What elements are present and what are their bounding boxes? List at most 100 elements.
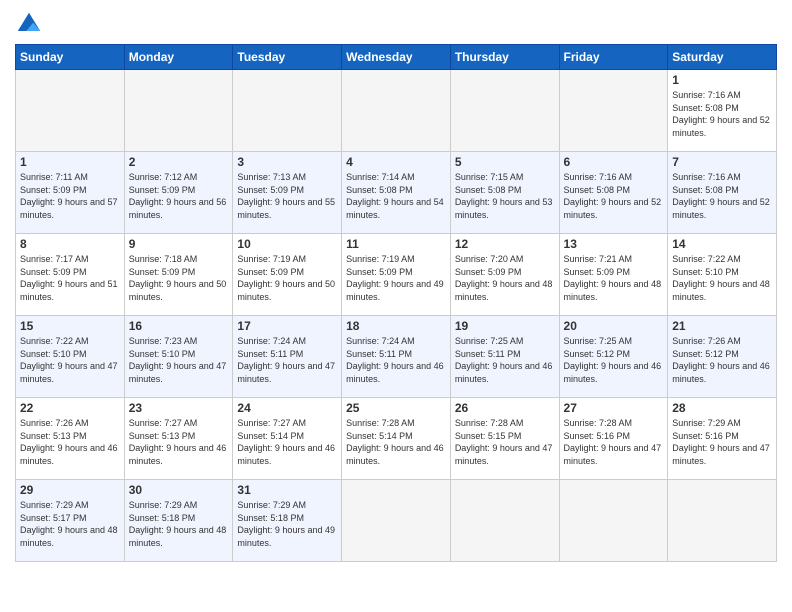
day-info: Sunrise: 7:27 AMSunset: 5:13 PMDaylight:… [129, 417, 229, 467]
calendar-cell: 10 Sunrise: 7:19 AMSunset: 5:09 PMDaylig… [233, 234, 342, 316]
header [15, 10, 777, 38]
calendar-cell: 31 Sunrise: 7:29 AMSunset: 5:18 PMDaylig… [233, 480, 342, 562]
calendar-cell: 17 Sunrise: 7:24 AMSunset: 5:11 PMDaylig… [233, 316, 342, 398]
day-number: 18 [346, 319, 446, 333]
day-info: Sunrise: 7:20 AMSunset: 5:09 PMDaylight:… [455, 253, 555, 303]
day-info: Sunrise: 7:24 AMSunset: 5:11 PMDaylight:… [237, 335, 337, 385]
calendar-cell [559, 480, 668, 562]
day-number: 30 [129, 483, 229, 497]
day-info: Sunrise: 7:28 AMSunset: 5:15 PMDaylight:… [455, 417, 555, 467]
calendar-cell [233, 70, 342, 152]
day-info: Sunrise: 7:29 AMSunset: 5:18 PMDaylight:… [129, 499, 229, 549]
calendar-cell: 21 Sunrise: 7:26 AMSunset: 5:12 PMDaylig… [668, 316, 777, 398]
day-number: 12 [455, 237, 555, 251]
day-number: 5 [455, 155, 555, 169]
calendar-cell [16, 70, 125, 152]
calendar-table: SundayMondayTuesdayWednesdayThursdayFrid… [15, 44, 777, 562]
day-info: Sunrise: 7:25 AMSunset: 5:11 PMDaylight:… [455, 335, 555, 385]
calendar-cell: 1 Sunrise: 7:16 AMSunset: 5:08 PMDayligh… [668, 70, 777, 152]
calendar-week-row: 8 Sunrise: 7:17 AMSunset: 5:09 PMDayligh… [16, 234, 777, 316]
day-number: 1 [20, 155, 120, 169]
logo-icon [15, 10, 43, 38]
calendar-cell: 30 Sunrise: 7:29 AMSunset: 5:18 PMDaylig… [124, 480, 233, 562]
day-info: Sunrise: 7:28 AMSunset: 5:14 PMDaylight:… [346, 417, 446, 467]
calendar-cell: 11 Sunrise: 7:19 AMSunset: 5:09 PMDaylig… [342, 234, 451, 316]
day-info: Sunrise: 7:17 AMSunset: 5:09 PMDaylight:… [20, 253, 120, 303]
calendar-week-row: 1 Sunrise: 7:16 AMSunset: 5:08 PMDayligh… [16, 70, 777, 152]
calendar-cell: 24 Sunrise: 7:27 AMSunset: 5:14 PMDaylig… [233, 398, 342, 480]
day-header-tuesday: Tuesday [233, 45, 342, 70]
calendar-cell: 1 Sunrise: 7:11 AMSunset: 5:09 PMDayligh… [16, 152, 125, 234]
calendar-cell: 16 Sunrise: 7:23 AMSunset: 5:10 PMDaylig… [124, 316, 233, 398]
day-info: Sunrise: 7:26 AMSunset: 5:13 PMDaylight:… [20, 417, 120, 467]
calendar-cell: 15 Sunrise: 7:22 AMSunset: 5:10 PMDaylig… [16, 316, 125, 398]
calendar-week-row: 22 Sunrise: 7:26 AMSunset: 5:13 PMDaylig… [16, 398, 777, 480]
day-info: Sunrise: 7:22 AMSunset: 5:10 PMDaylight:… [20, 335, 120, 385]
calendar-cell: 6 Sunrise: 7:16 AMSunset: 5:08 PMDayligh… [559, 152, 668, 234]
day-number: 7 [672, 155, 772, 169]
day-info: Sunrise: 7:24 AMSunset: 5:11 PMDaylight:… [346, 335, 446, 385]
calendar-cell [559, 70, 668, 152]
day-info: Sunrise: 7:22 AMSunset: 5:10 PMDaylight:… [672, 253, 772, 303]
day-number: 10 [237, 237, 337, 251]
calendar-cell: 5 Sunrise: 7:15 AMSunset: 5:08 PMDayligh… [450, 152, 559, 234]
day-number: 3 [237, 155, 337, 169]
calendar-cell: 22 Sunrise: 7:26 AMSunset: 5:13 PMDaylig… [16, 398, 125, 480]
calendar-cell: 26 Sunrise: 7:28 AMSunset: 5:15 PMDaylig… [450, 398, 559, 480]
calendar-cell: 4 Sunrise: 7:14 AMSunset: 5:08 PMDayligh… [342, 152, 451, 234]
day-number: 15 [20, 319, 120, 333]
day-info: Sunrise: 7:27 AMSunset: 5:14 PMDaylight:… [237, 417, 337, 467]
calendar-cell: 7 Sunrise: 7:16 AMSunset: 5:08 PMDayligh… [668, 152, 777, 234]
day-header-sunday: Sunday [16, 45, 125, 70]
day-number: 16 [129, 319, 229, 333]
day-info: Sunrise: 7:12 AMSunset: 5:09 PMDaylight:… [129, 171, 229, 221]
calendar-cell [342, 70, 451, 152]
day-number: 27 [564, 401, 664, 415]
day-number: 21 [672, 319, 772, 333]
day-number: 14 [672, 237, 772, 251]
day-info: Sunrise: 7:26 AMSunset: 5:12 PMDaylight:… [672, 335, 772, 385]
day-header-friday: Friday [559, 45, 668, 70]
calendar-cell: 28 Sunrise: 7:29 AMSunset: 5:16 PMDaylig… [668, 398, 777, 480]
calendar-cell [342, 480, 451, 562]
day-info: Sunrise: 7:28 AMSunset: 5:16 PMDaylight:… [564, 417, 664, 467]
day-number: 25 [346, 401, 446, 415]
day-number: 17 [237, 319, 337, 333]
day-info: Sunrise: 7:23 AMSunset: 5:10 PMDaylight:… [129, 335, 229, 385]
day-number: 24 [237, 401, 337, 415]
day-info: Sunrise: 7:16 AMSunset: 5:08 PMDaylight:… [672, 171, 772, 221]
calendar-cell: 2 Sunrise: 7:12 AMSunset: 5:09 PMDayligh… [124, 152, 233, 234]
day-info: Sunrise: 7:14 AMSunset: 5:08 PMDaylight:… [346, 171, 446, 221]
day-info: Sunrise: 7:18 AMSunset: 5:09 PMDaylight:… [129, 253, 229, 303]
day-number: 29 [20, 483, 120, 497]
calendar-cell: 29 Sunrise: 7:29 AMSunset: 5:17 PMDaylig… [16, 480, 125, 562]
day-header-thursday: Thursday [450, 45, 559, 70]
day-info: Sunrise: 7:19 AMSunset: 5:09 PMDaylight:… [346, 253, 446, 303]
day-number: 2 [129, 155, 229, 169]
day-number: 11 [346, 237, 446, 251]
calendar-cell [668, 480, 777, 562]
day-info: Sunrise: 7:19 AMSunset: 5:09 PMDaylight:… [237, 253, 337, 303]
day-number: 20 [564, 319, 664, 333]
day-info: Sunrise: 7:13 AMSunset: 5:09 PMDaylight:… [237, 171, 337, 221]
calendar-header-row: SundayMondayTuesdayWednesdayThursdayFrid… [16, 45, 777, 70]
day-info: Sunrise: 7:15 AMSunset: 5:08 PMDaylight:… [455, 171, 555, 221]
calendar-cell [450, 480, 559, 562]
calendar-cell: 13 Sunrise: 7:21 AMSunset: 5:09 PMDaylig… [559, 234, 668, 316]
day-number: 13 [564, 237, 664, 251]
calendar-week-row: 1 Sunrise: 7:11 AMSunset: 5:09 PMDayligh… [16, 152, 777, 234]
day-info: Sunrise: 7:29 AMSunset: 5:18 PMDaylight:… [237, 499, 337, 549]
day-info: Sunrise: 7:29 AMSunset: 5:16 PMDaylight:… [672, 417, 772, 467]
page-container: SundayMondayTuesdayWednesdayThursdayFrid… [0, 0, 792, 570]
calendar-cell: 25 Sunrise: 7:28 AMSunset: 5:14 PMDaylig… [342, 398, 451, 480]
day-number: 4 [346, 155, 446, 169]
logo [15, 10, 47, 38]
calendar-cell: 3 Sunrise: 7:13 AMSunset: 5:09 PMDayligh… [233, 152, 342, 234]
day-number: 19 [455, 319, 555, 333]
calendar-cell: 20 Sunrise: 7:25 AMSunset: 5:12 PMDaylig… [559, 316, 668, 398]
day-number: 31 [237, 483, 337, 497]
calendar-cell: 12 Sunrise: 7:20 AMSunset: 5:09 PMDaylig… [450, 234, 559, 316]
calendar-body: 1 Sunrise: 7:16 AMSunset: 5:08 PMDayligh… [16, 70, 777, 562]
calendar-cell: 23 Sunrise: 7:27 AMSunset: 5:13 PMDaylig… [124, 398, 233, 480]
day-number: 23 [129, 401, 229, 415]
